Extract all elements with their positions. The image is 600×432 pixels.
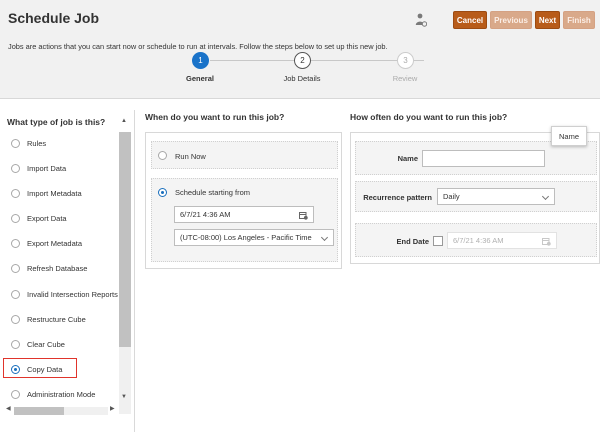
radio-button[interactable] [11, 238, 20, 248]
chevron-down-icon [320, 233, 329, 242]
schedule-row[interactable]: Schedule starting from 6/7/21 4:36 AM (U… [151, 178, 338, 262]
option-label: Clear Cube [27, 339, 65, 349]
job-type-title: What type of job is this? [7, 117, 106, 127]
option-label: Administration Mode [27, 389, 96, 399]
job-type-option[interactable]: Import Metadata [11, 186, 82, 200]
job-type-option-selected[interactable]: Copy Data [11, 362, 62, 376]
job-type-option[interactable]: Clear Cube [11, 337, 65, 351]
name-input[interactable] [422, 150, 545, 167]
option-label: Export Data [27, 213, 67, 223]
schedule-radio[interactable] [158, 188, 167, 197]
option-label: Rules [27, 138, 47, 148]
job-type-option[interactable]: Administration Mode [11, 387, 95, 401]
finish-button[interactable]: Finish [563, 11, 595, 29]
job-type-panel: What type of job is this? ▲ ▼ ◀ ▶ Rules … [0, 110, 135, 432]
scroll-left-icon[interactable]: ◀ [6, 405, 11, 412]
option-label: Refresh Database [27, 263, 88, 273]
radio-button[interactable] [11, 314, 20, 324]
end-date-input[interactable]: 6/7/21 4:36 AM [447, 232, 557, 249]
start-date-input[interactable]: 6/7/21 4:36 AM [174, 206, 314, 223]
how-often-section-title: How often do you want to run this job? [350, 112, 508, 122]
option-label: Import Data [27, 163, 67, 173]
chevron-down-icon [541, 192, 550, 201]
step-general[interactable]: 1 General [160, 52, 240, 88]
scroll-down-icon[interactable]: ▼ [121, 394, 127, 400]
step-number: 3 [397, 52, 414, 69]
option-label: Export Metadata [27, 238, 83, 248]
intro-text: Jobs are actions that you can start now … [8, 42, 388, 51]
step-number: 1 [192, 52, 209, 69]
job-type-option[interactable]: Import Data [11, 161, 66, 175]
end-date-row: End Date 6/7/21 4:36 AM [355, 223, 597, 257]
recurrence-row: Recurrence pattern Daily [355, 181, 597, 212]
option-label: Invalid Intersection Reports [27, 289, 118, 299]
recurrence-label: Recurrence pattern [363, 193, 432, 202]
job-type-option[interactable]: Restructure Cube [11, 312, 86, 326]
end-date-value: 6/7/21 4:36 AM [453, 236, 504, 245]
step-label: General [186, 74, 214, 83]
job-type-option[interactable]: Invalid Intersection Reports [11, 287, 118, 301]
timezone-select[interactable]: (UTC-08:00) Los Angeles - Pacific Time [174, 229, 334, 246]
next-button[interactable]: Next [535, 11, 560, 29]
user-settings-icon[interactable] [415, 13, 427, 27]
page-title: Schedule Job [8, 10, 100, 26]
job-type-option[interactable]: Refresh Database [11, 261, 87, 275]
job-type-option[interactable]: Rules [11, 136, 46, 150]
radio-button-selected[interactable] [11, 364, 20, 374]
step-number: 2 [294, 52, 311, 69]
radio-button[interactable] [11, 389, 20, 399]
schedule-label: Schedule starting from [175, 188, 251, 197]
radio-button[interactable] [11, 213, 20, 223]
recurrence-value: Daily [443, 192, 460, 201]
end-date-checkbox[interactable] [433, 236, 443, 246]
calendar-icon[interactable] [542, 237, 551, 246]
run-now-label: Run Now [175, 152, 206, 161]
scroll-up-icon[interactable]: ▲ [121, 118, 127, 124]
header: Schedule Job Cancel Previous Next Finish… [0, 0, 600, 99]
name-tooltip: Name [551, 126, 587, 146]
run-now-row[interactable]: Run Now [151, 141, 338, 169]
vertical-scroll-thumb[interactable] [119, 132, 131, 347]
end-date-label: End Date [396, 237, 429, 246]
radio-button[interactable] [11, 163, 20, 173]
how-often-panel: Name Recurrence pattern Daily End Date 6… [350, 132, 600, 264]
option-label: Copy Data [27, 364, 63, 374]
option-label: Import Metadata [27, 188, 82, 198]
timezone-value: (UTC-08:00) Los Angeles - Pacific Time [180, 233, 312, 242]
radio-button[interactable] [11, 188, 20, 198]
step-label: Review [392, 74, 418, 83]
when-panel: Run Now Schedule starting from 6/7/21 4:… [145, 132, 342, 269]
name-label: Name [397, 154, 418, 163]
scroll-right-icon[interactable]: ▶ [110, 405, 115, 412]
step-label: Job Details [283, 74, 321, 83]
cancel-button[interactable]: Cancel [453, 11, 487, 29]
when-section-title: When do you want to run this job? [145, 112, 285, 122]
run-now-radio[interactable] [158, 151, 167, 160]
step-review: 3 Review [365, 52, 445, 88]
horizontal-scroll-thumb[interactable] [14, 407, 64, 415]
option-label: Restructure Cube [27, 314, 86, 324]
name-row: Name [355, 141, 597, 175]
start-date-value: 6/7/21 4:36 AM [180, 210, 231, 219]
step-job-details[interactable]: 2 Job Details [262, 52, 342, 88]
radio-button[interactable] [11, 289, 20, 299]
previous-button[interactable]: Previous [490, 11, 532, 29]
recurrence-select[interactable]: Daily [437, 188, 555, 205]
job-type-option[interactable]: Export Data [11, 211, 67, 225]
calendar-icon[interactable] [299, 211, 308, 220]
job-type-option[interactable]: Export Metadata [11, 236, 82, 250]
radio-button[interactable] [11, 339, 20, 349]
radio-button[interactable] [11, 263, 20, 273]
radio-button[interactable] [11, 138, 20, 148]
